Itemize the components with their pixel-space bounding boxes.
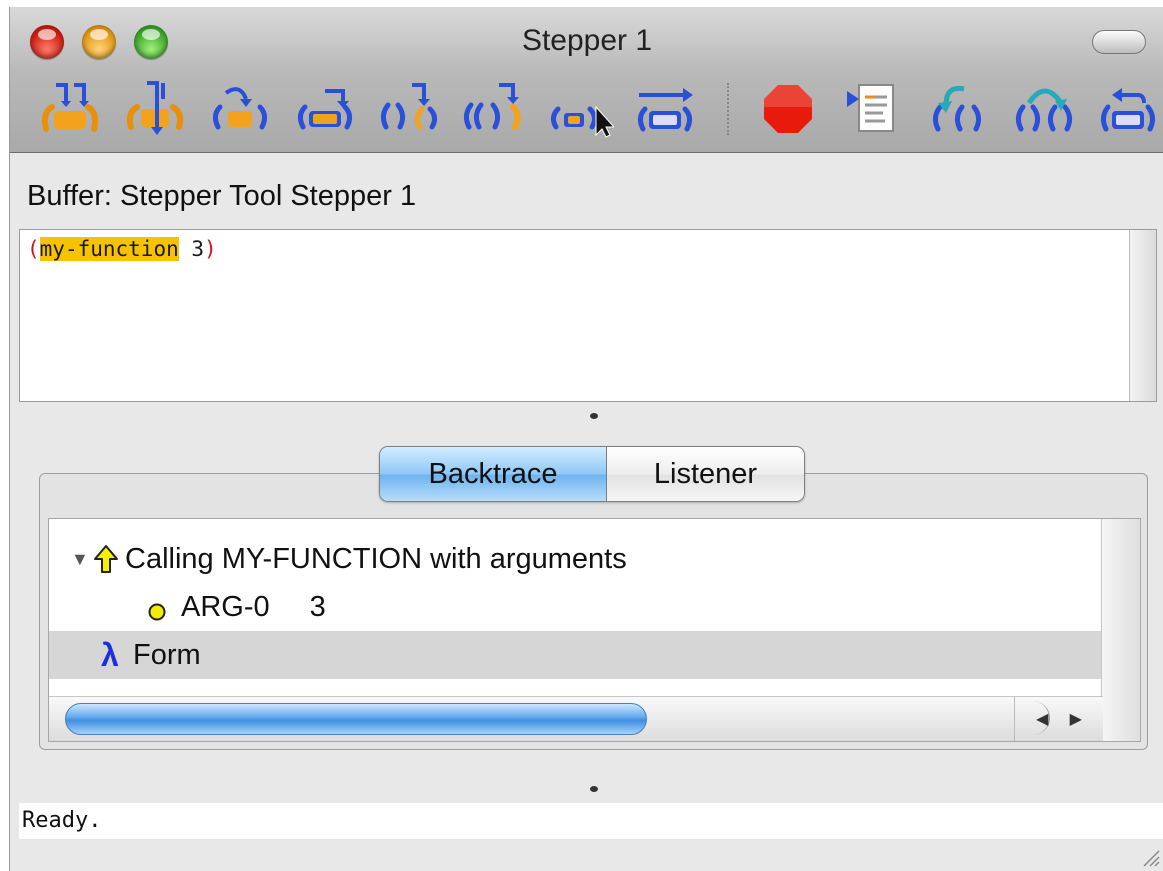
stop-icon <box>764 85 812 133</box>
restart-form-icon <box>1015 88 1073 132</box>
tab-backtrace[interactable]: Backtrace <box>380 447 607 501</box>
scroll-right-arrow-icon[interactable]: ▶ <box>1070 709 1082 729</box>
scroll-arrows: ◀ ▶ <box>1014 697 1103 741</box>
status-bar: Ready. <box>19 803 1163 839</box>
toolbar-toggle-button[interactable] <box>1092 30 1146 54</box>
tab-segmented-control: Backtrace Listener <box>379 446 805 502</box>
window-title: Stepper 1 <box>521 24 653 57</box>
close-paren: ) <box>204 237 217 261</box>
undo-step-icon <box>932 85 982 132</box>
scroll-left-arrow-icon[interactable]: ◀ <box>1036 709 1048 729</box>
editor-vertical-scrollbar[interactable] <box>1129 230 1156 401</box>
show-source-icon <box>847 84 894 132</box>
argument-name: ARG-0 <box>181 590 270 623</box>
step-into-form-button[interactable] <box>206 77 274 139</box>
step-down-icon <box>126 81 184 135</box>
stepper-toolbar <box>18 77 1158 143</box>
argument-circle-icon <box>147 597 167 621</box>
backtrace-frame-row[interactable]: ▼ Calling MY-FUNCTION with arguments <box>49 535 1103 583</box>
frame-label: Calling MY-FUNCTION with arguments <box>125 542 627 575</box>
step-into-multiple-icon <box>41 83 99 132</box>
step-out-outer-form-button[interactable] <box>461 77 529 139</box>
step-over-form-icon <box>297 89 353 130</box>
step-over-form-button[interactable] <box>291 77 359 139</box>
argument-value: 3 <box>309 590 326 623</box>
step-into-multiple-button[interactable] <box>36 77 104 139</box>
return-button[interactable] <box>1094 77 1162 139</box>
stop-button[interactable] <box>754 77 822 139</box>
restart-form-button[interactable] <box>1009 77 1077 139</box>
form-row[interactable]: λ Form <box>49 631 1103 679</box>
lambda-icon: λ <box>101 636 119 673</box>
highlighted-function-name: my-function <box>39 237 179 261</box>
title-bar: Stepper 1 <box>10 7 1163 153</box>
step-to-end-button[interactable] <box>631 77 699 139</box>
step-to-end-icon <box>637 88 693 132</box>
open-paren: ( <box>27 237 40 261</box>
return-icon <box>1100 88 1156 132</box>
code-line: (my-function 3) <box>27 237 217 261</box>
tree-horizontal-scrollbar[interactable]: ◀ ▶ <box>49 696 1103 741</box>
stepper-window: Stepper 1 Buffer: Stepper Tool Stepper 1… <box>9 7 1163 871</box>
editor-splitter-handle[interactable] <box>590 413 598 419</box>
tab-listener[interactable]: Listener <box>607 447 804 501</box>
tree-vertical-scrollbar[interactable] <box>1101 519 1140 741</box>
step-out-outer-form-icon <box>463 83 521 130</box>
show-source-button[interactable] <box>839 77 907 139</box>
horizontal-scroll-thumb[interactable] <box>65 703 647 735</box>
step-into-form-icon <box>212 87 268 130</box>
toolbar-separator <box>727 83 729 135</box>
backtrace-tree: ▼ Calling MY-FUNCTION with arguments ARG… <box>48 518 1141 742</box>
step-out-form-icon <box>380 83 438 130</box>
up-arrow-icon <box>94 545 118 573</box>
disclosure-triangle-icon[interactable]: ▼ <box>71 549 93 570</box>
code-argument: 3 <box>178 237 205 261</box>
argument-row[interactable]: ARG-0 3 <box>49 583 1103 631</box>
form-label: Form <box>133 638 201 671</box>
undo-step-button[interactable] <box>924 77 992 139</box>
code-editor[interactable]: (my-function 3) <box>19 229 1157 402</box>
step-down-button[interactable] <box>121 77 189 139</box>
resize-grip-icon[interactable] <box>1140 847 1160 867</box>
step-to-cursor-icon <box>550 105 614 138</box>
step-to-cursor-button[interactable] <box>546 77 614 139</box>
buffer-label: Buffer: Stepper Tool Stepper 1 <box>27 180 417 212</box>
status-splitter-handle[interactable] <box>590 786 598 792</box>
step-out-form-button[interactable] <box>376 77 444 139</box>
